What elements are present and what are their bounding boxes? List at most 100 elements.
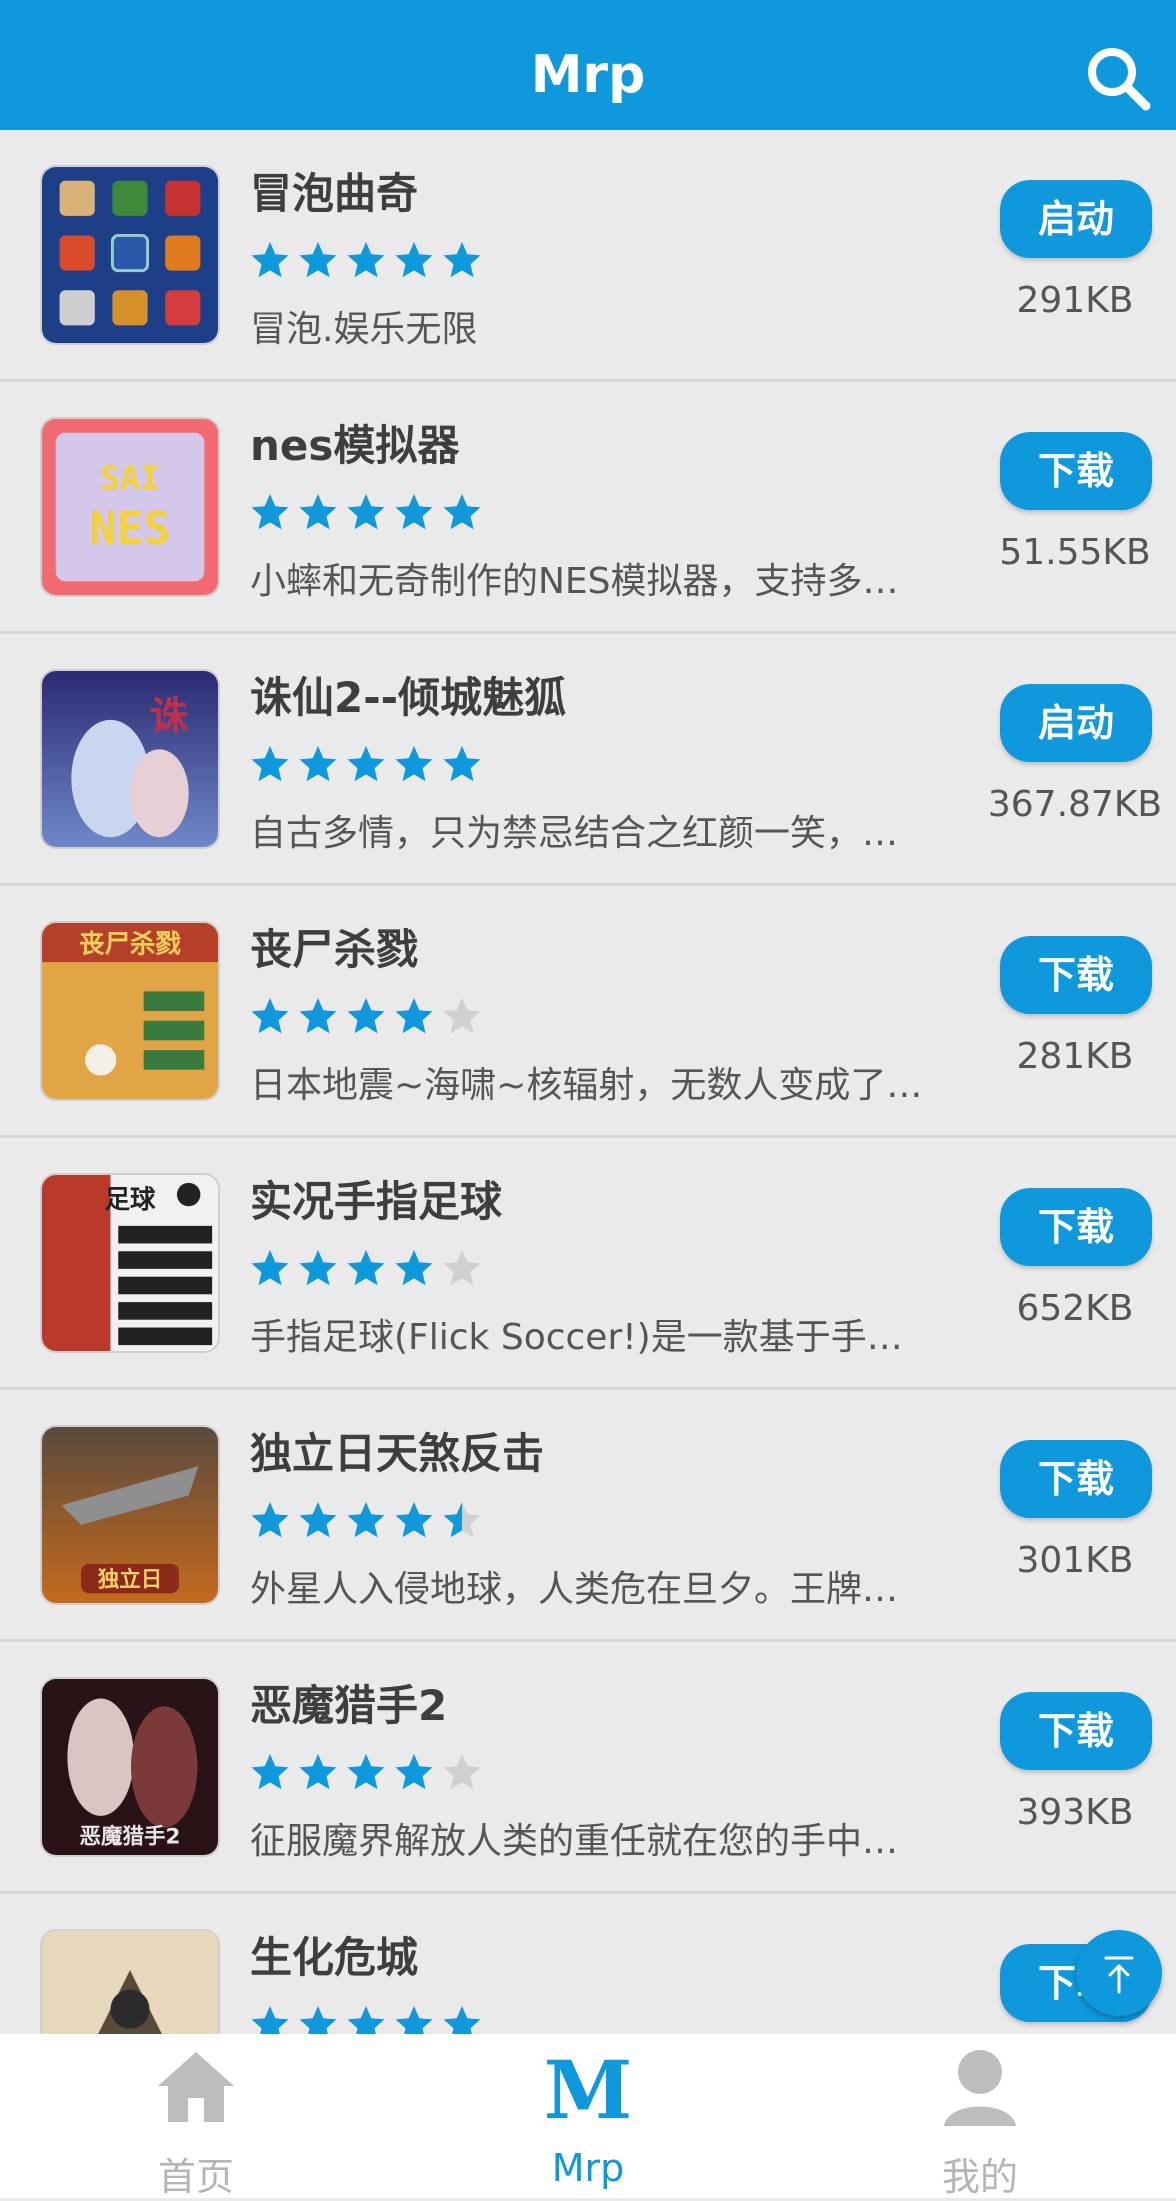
app-thumbnail (40, 165, 220, 345)
file-size: 652KB (1016, 1288, 1134, 1329)
app-list: 冒泡曲奇 冒泡.娱乐无限 启动 291KB SAI NES nes模拟器 小蟀和… (0, 130, 1176, 2034)
rating-stars (250, 492, 490, 536)
star-icon (299, 2006, 337, 2034)
star-icon (347, 1754, 385, 1790)
launch-button[interactable]: 启动 (1000, 684, 1152, 762)
app-description: 小蟀和无奇制作的NES模拟器，支持多… (250, 561, 899, 602)
page-title: Mrp (530, 45, 646, 105)
star-icon (347, 998, 385, 1034)
star-icon (347, 242, 385, 278)
nav-item-profile[interactable]: 我的 (784, 2034, 1176, 2199)
svg-text:独立日: 独立日 (98, 1566, 163, 1592)
app-description: 冒泡.娱乐无限 (250, 309, 478, 350)
app-thumbnail: 足球 (40, 1173, 220, 1353)
list-item[interactable]: 丧尸杀戮 丧尸杀戮 日本地震~海啸~核辐射，无数人变成了… 下载 281KB (0, 886, 1176, 1138)
star-icon (299, 998, 337, 1034)
list-item[interactable]: 生化危城 下载 (0, 1894, 1176, 2034)
app-name: 冒泡曲奇 (250, 169, 419, 218)
svg-text:足球: 足球 (105, 1184, 156, 1214)
app-thumbnail: 丧尸杀戮 (40, 921, 220, 1101)
user-icon (938, 2044, 1022, 2128)
svg-text:SAI: SAI (100, 458, 160, 497)
search-icon[interactable] (1082, 42, 1154, 114)
star-icon (395, 746, 433, 782)
file-size: 301KB (1016, 1540, 1134, 1581)
star-icon (299, 494, 337, 530)
app-description: 日本地震~海啸~核辐射，无数人变成了… (250, 1065, 923, 1106)
star-icon (251, 1250, 289, 1286)
nav-label: 我的 (941, 2155, 1018, 2199)
download-button[interactable]: 下载 (1000, 1188, 1152, 1266)
rating-stars (250, 2004, 490, 2034)
app-description: 征服魔界解放人类的重任就在您的手中… (250, 1821, 899, 1862)
download-button[interactable]: 下载 (1000, 1440, 1152, 1518)
svg-text:M: M (546, 2044, 630, 2128)
star-icon (443, 1502, 481, 1538)
app-name: 恶魔猎手2 (250, 1681, 448, 1730)
app-name: nes模拟器 (250, 421, 460, 470)
rating-stars (250, 240, 490, 284)
star-icon (395, 1502, 433, 1538)
launch-button[interactable]: 启动 (1000, 180, 1152, 258)
app-thumbnail: 诛 (40, 669, 220, 849)
list-item[interactable]: 独立日 独立日天煞反击 外星人入侵地球，人类危在旦夕。王牌… 下载 301KB (0, 1390, 1176, 1642)
svg-text:恶魔猎手2: 恶魔猎手2 (80, 1823, 181, 1849)
app-name: 生化危城 (250, 1933, 419, 1982)
star-icon (347, 1250, 385, 1286)
star-icon (251, 1502, 289, 1538)
star-icon (443, 998, 481, 1034)
app-name: 实况手指足球 (250, 1177, 503, 1226)
svg-text:诛: 诛 (150, 695, 189, 740)
rating-stars (250, 996, 490, 1040)
file-size: 281KB (1016, 1036, 1134, 1077)
star-icon (395, 494, 433, 530)
download-button[interactable]: 下载 (1000, 432, 1152, 510)
star-icon (395, 242, 433, 278)
star-icon (251, 1754, 289, 1790)
list-item[interactable]: 恶魔猎手2 恶魔猎手2 征服魔界解放人类的重任就在您的手中… 下载 393KB (0, 1642, 1176, 1894)
star-icon (251, 998, 289, 1034)
star-icon (251, 242, 289, 278)
rating-stars (250, 1248, 490, 1292)
list-item[interactable]: 冒泡曲奇 冒泡.娱乐无限 启动 291KB (0, 130, 1176, 382)
app-thumbnail: 独立日 (40, 1425, 220, 1605)
svg-text:丧尸杀戮: 丧尸杀戮 (79, 928, 181, 958)
arrow-up-icon (1104, 1956, 1134, 1994)
star-icon (299, 1250, 337, 1286)
app-thumbnail (40, 1929, 220, 2034)
download-button[interactable]: 下载 (1000, 936, 1152, 1014)
star-icon (347, 494, 385, 530)
star-icon (443, 1754, 481, 1790)
nav-label: 首页 (157, 2155, 234, 2199)
download-button[interactable]: 下载 (1000, 1692, 1152, 1770)
app-description: 自古多情，只为禁忌结合之红颜一笑，… (250, 813, 899, 854)
star-icon (251, 2006, 289, 2034)
svg-text:NES: NES (89, 502, 170, 555)
star-icon (299, 1754, 337, 1790)
star-icon (299, 242, 337, 278)
app-name: 独立日天煞反击 (250, 1429, 545, 1478)
app-description: 外星人入侵地球，人类危在旦夕。王牌… (250, 1569, 899, 1610)
nav-item-mrp[interactable]: M Mrp (392, 2034, 784, 2198)
star-icon (347, 746, 385, 782)
file-size: 367.87KB (987, 784, 1163, 825)
star-icon (299, 1502, 337, 1538)
star-icon (251, 494, 289, 530)
back-to-top-button[interactable] (1076, 1930, 1162, 2016)
nav-item-home[interactable]: 首页 (0, 2034, 392, 2199)
rating-stars (250, 744, 490, 788)
rating-stars (250, 1500, 490, 1544)
list-item[interactable]: 诛 诛仙2--倾城魅狐 自古多情，只为禁忌结合之红颜一笑，… 启动 367.87… (0, 634, 1176, 886)
star-icon (443, 2006, 481, 2034)
app-name: 诛仙2--倾城魅狐 (250, 673, 567, 722)
list-item[interactable]: 足球 实况手指足球 手指足球(Flick Soccer!)是一款基于手… 下载 … (0, 1138, 1176, 1390)
star-icon (395, 998, 433, 1034)
star-icon (347, 2006, 385, 2034)
rating-stars (250, 1752, 490, 1796)
nav-label: Mrp (551, 2146, 625, 2190)
home-icon (154, 2044, 238, 2128)
list-item[interactable]: SAI NES nes模拟器 小蟀和无奇制作的NES模拟器，支持多… 下载 51… (0, 382, 1176, 634)
star-icon (443, 242, 481, 278)
app-name: 丧尸杀戮 (250, 925, 419, 974)
star-icon (395, 2006, 433, 2034)
